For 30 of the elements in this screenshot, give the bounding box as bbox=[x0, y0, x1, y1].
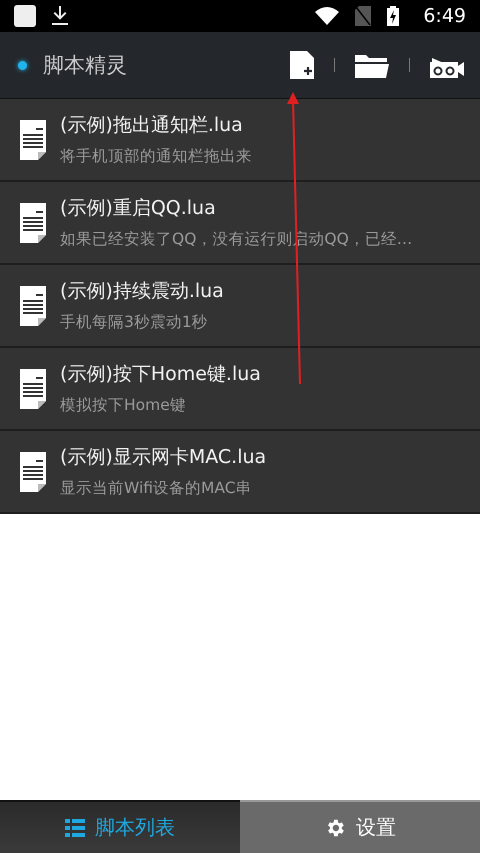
battery-icon bbox=[387, 6, 400, 26]
bottom-tab[interactable]: 设置 bbox=[240, 800, 480, 853]
script-description: 显示当前Wifi设备的MAC串 bbox=[60, 478, 253, 499]
script-name: (示例)显示网卡MAC.lua bbox=[60, 445, 266, 470]
document-icon bbox=[18, 452, 48, 492]
script-name: (示例)持续震动.lua bbox=[60, 279, 224, 304]
script-name: (示例)拖出通知栏.lua bbox=[60, 113, 244, 138]
script-description: 将手机顶部的通知栏拖出来 bbox=[60, 146, 252, 167]
script-item[interactable]: (示例)按下Home键.lua 模拟按下Home键 bbox=[0, 348, 480, 431]
bottom-tab[interactable]: 脚本列表 bbox=[0, 800, 240, 853]
document-icon bbox=[18, 286, 48, 326]
script-name: (示例)按下Home键.lua bbox=[60, 362, 261, 387]
document-icon bbox=[18, 120, 48, 160]
wifi-icon bbox=[315, 7, 340, 25]
download-icon bbox=[52, 6, 68, 26]
status-time: 6:49 bbox=[423, 5, 466, 27]
script-name: (示例)重启QQ.lua bbox=[60, 196, 217, 221]
script-item[interactable]: (示例)持续震动.lua 手机每隔3秒震动1秒 bbox=[0, 265, 480, 348]
document-icon bbox=[18, 202, 48, 242]
no-sim-icon bbox=[355, 6, 372, 26]
status-dot-icon bbox=[18, 60, 27, 70]
app-title: 脚本精灵 bbox=[43, 52, 128, 79]
list-icon bbox=[65, 818, 85, 836]
notification-icon bbox=[14, 5, 36, 27]
script-description: 手机每隔3秒震动1秒 bbox=[60, 312, 209, 333]
new-script-button[interactable] bbox=[290, 51, 314, 79]
script-description: 模拟按下Home键 bbox=[60, 395, 187, 416]
document-icon bbox=[18, 368, 48, 408]
open-folder-button[interactable] bbox=[355, 52, 389, 78]
script-item[interactable]: (示例)拖出通知栏.lua 将手机顶部的通知栏拖出来 bbox=[0, 99, 480, 182]
